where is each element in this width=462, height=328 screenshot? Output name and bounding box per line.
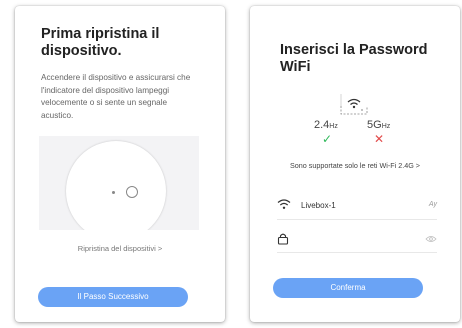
wifi-icon <box>277 199 291 209</box>
device-body <box>66 141 166 230</box>
cross-icon: ✕ <box>374 132 385 146</box>
reset-description: Accendere il dispositivo e assicurarsi c… <box>41 73 191 120</box>
supported-networks-link[interactable]: Sono supportate solo le reti Wi-Fi 2.4G … <box>250 161 460 170</box>
reset-button-graphic <box>126 186 138 198</box>
divider <box>277 219 437 220</box>
reset-device-screen: Prima ripristina il dispositivo. Accende… <box>15 6 225 322</box>
password-field[interactable] <box>277 232 437 248</box>
confirm-button[interactable]: Conferma <box>273 278 423 298</box>
lock-icon <box>277 233 289 245</box>
device-illustration <box>39 136 199 230</box>
indicator-light <box>112 191 115 194</box>
check-icon: ✓ <box>322 132 333 146</box>
ssid-value: Livebox-1 <box>301 201 336 210</box>
reset-title: Prima ripristina il dispositivo. <box>41 26 160 59</box>
eye-icon[interactable] <box>425 235 437 243</box>
router-icon <box>340 94 368 115</box>
band-24ghz-label: 2.4Hz <box>314 119 338 131</box>
wifi-title: Inserisci la Password WiFi <box>280 42 428 75</box>
ssid-field[interactable]: Livebox-1 Ay <box>277 198 437 214</box>
wifi-password-screen: Inserisci la Password WiFi 2.4Hz 5GHz ✓ … <box>250 6 460 322</box>
next-step-button[interactable]: Il Passo Successivo <box>38 287 188 307</box>
divider <box>277 252 437 253</box>
reset-device-link[interactable]: Ripristina del dispositivi > <box>15 244 225 253</box>
band-5ghz-label: 5GHz <box>367 119 391 131</box>
switch-network-button[interactable]: Ay <box>429 201 437 208</box>
